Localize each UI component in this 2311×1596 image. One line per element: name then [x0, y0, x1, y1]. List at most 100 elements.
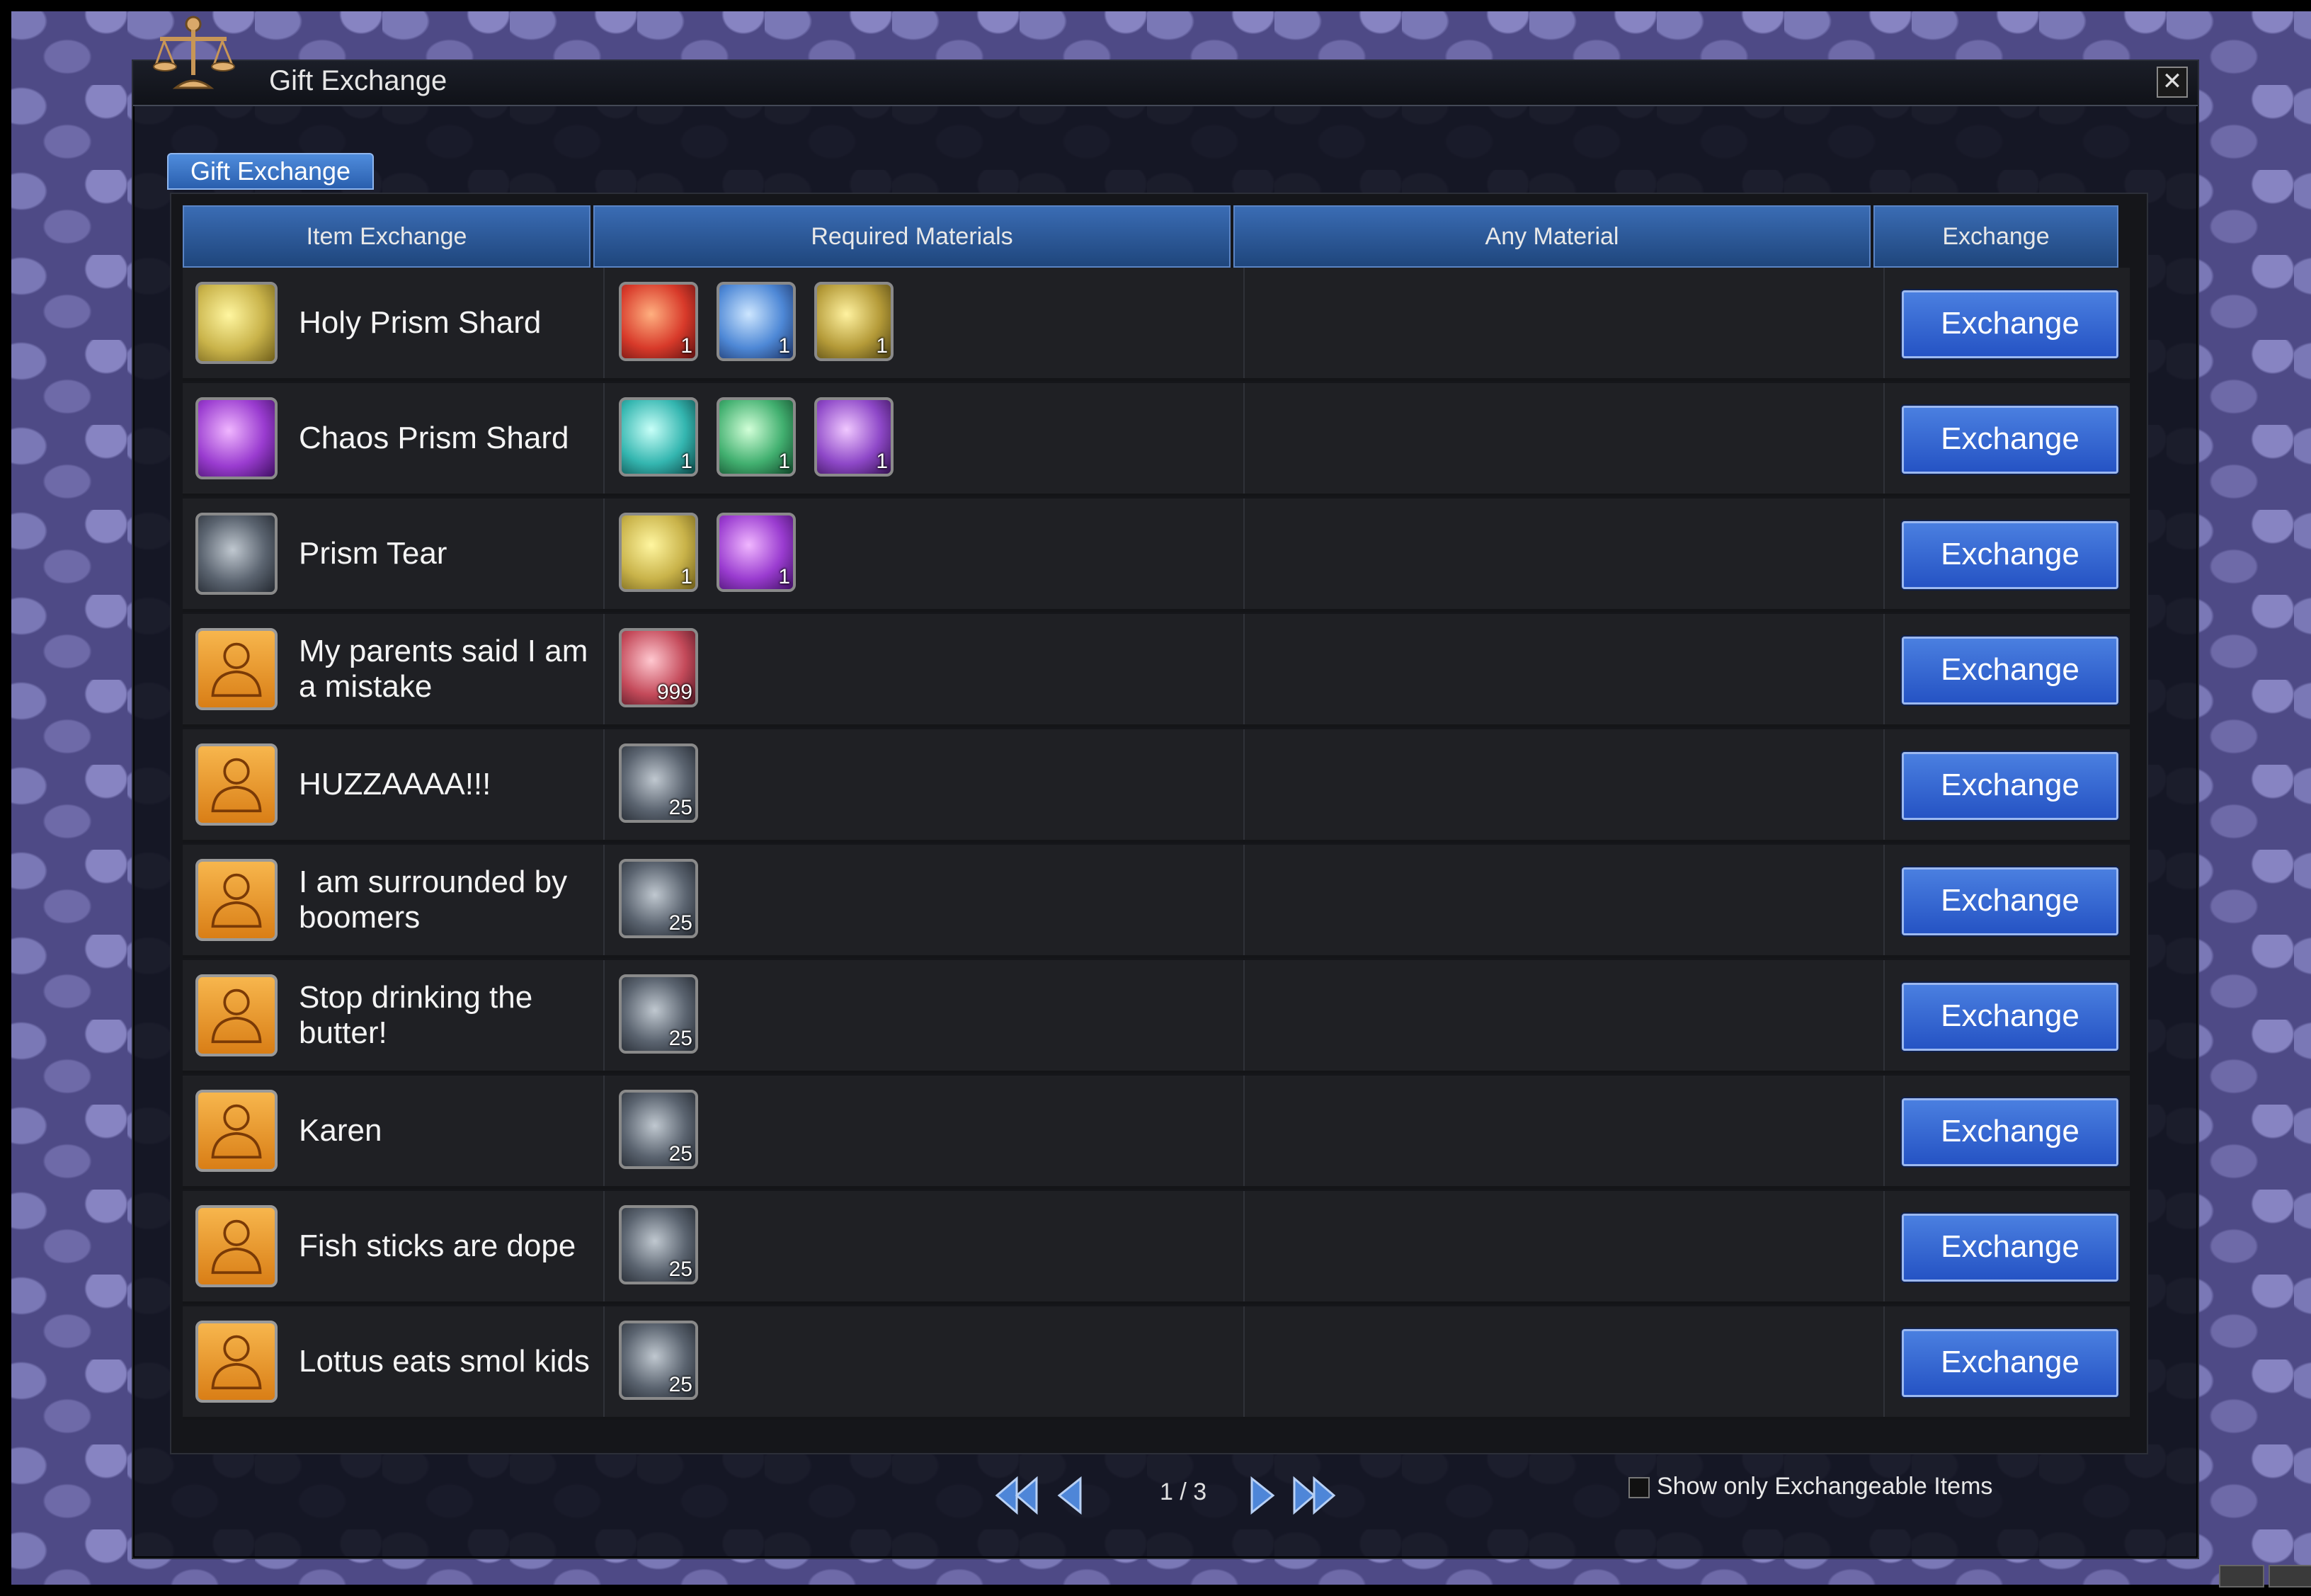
holy-prism-shard-icon[interactable]: 1 [619, 513, 698, 592]
exchange-button[interactable]: Exchange [1902, 521, 2118, 589]
item-name: Chaos Prism Shard [299, 421, 569, 455]
any-material-cell [1246, 1076, 1885, 1186]
item-name: Stop drinking the butter! [299, 980, 533, 1050]
table-row: Chaos Prism Shard 1 1 1 Exchange [183, 383, 2130, 496]
blue-shard-icon[interactable]: 1 [717, 282, 796, 361]
exchange-cell: Exchange [1886, 960, 2130, 1071]
exchange-cell: Exchange [1886, 729, 2130, 840]
tab-gift-exchange[interactable]: Gift Exchange [167, 153, 374, 190]
any-material-cell [1246, 845, 1885, 955]
exchange-cell: Exchange [1886, 268, 2130, 378]
exchange-panel: Item Exchange Required Materials Any Mat… [170, 193, 2148, 1454]
exchange-button[interactable]: Exchange [1902, 1098, 2118, 1166]
header-any-material: Any Material [1233, 205, 1871, 268]
next-page-button[interactable] [1238, 1474, 1284, 1517]
item-cell: Holy Prism Shard [183, 268, 605, 378]
last-page-button[interactable] [1291, 1474, 1338, 1517]
close-button[interactable]: ✕ [2157, 67, 2188, 98]
exchange-button[interactable]: Exchange [1902, 867, 2118, 935]
material-count: 25 [668, 911, 692, 935]
corner-button-left[interactable] [2219, 1565, 2264, 1588]
exchange-button[interactable]: Exchange [1902, 983, 2118, 1051]
exchange-button[interactable]: Exchange [1902, 290, 2118, 358]
screen-border-left [0, 0, 11, 1596]
material-count: 1 [680, 334, 692, 358]
material-count: 25 [668, 1258, 692, 1281]
title-person-icon[interactable] [195, 859, 278, 941]
exchange-button[interactable]: Exchange [1902, 406, 2118, 474]
exchange-button[interactable]: Exchange [1902, 752, 2118, 820]
prism-tear-icon[interactable]: 25 [619, 1090, 698, 1169]
exchange-cell: Exchange [1886, 383, 2130, 494]
title-person-icon[interactable] [195, 628, 278, 710]
prev-page-button[interactable] [1048, 1474, 1095, 1517]
table-row: Holy Prism Shard 1 1 1 Exchange [183, 268, 2130, 381]
gold-shard-icon[interactable]: 1 [814, 282, 894, 361]
item-name: Karen [299, 1113, 382, 1148]
red-shard-icon[interactable]: 1 [619, 282, 698, 361]
header-exchange: Exchange [1873, 205, 2118, 268]
item-name: Holy Prism Shard [299, 305, 542, 340]
header-item-exchange: Item Exchange [183, 205, 590, 268]
holy-prism-shard-icon[interactable] [195, 282, 278, 364]
exchange-button[interactable]: Exchange [1902, 637, 2118, 705]
close-icon: ✕ [2162, 68, 2183, 95]
exchange-button[interactable]: Exchange [1902, 1329, 2118, 1397]
title-bar[interactable]: Gift Exchange ✕ [133, 16, 2198, 106]
any-material-cell [1246, 383, 1885, 494]
prism-tear-icon[interactable]: 25 [619, 743, 698, 823]
title-person-icon[interactable] [195, 974, 278, 1056]
chaos-prism-shard-icon[interactable] [195, 397, 278, 479]
required-materials-cell: 1 1 1 [606, 383, 1245, 494]
prism-tear-icon[interactable]: 25 [619, 1205, 698, 1284]
item-cell: Karen [183, 1076, 605, 1186]
item-cell: HUZZAAAA!!! [183, 729, 605, 840]
prism-tear-icon[interactable] [195, 513, 278, 595]
material-count: 25 [668, 1142, 692, 1165]
any-material-cell [1246, 1306, 1885, 1417]
table-row: HUZZAAAA!!! 25 Exchange [183, 729, 2130, 843]
required-materials-cell: 25 [606, 1306, 1245, 1417]
scales-icon [153, 16, 235, 89]
title-person-icon[interactable] [195, 1205, 278, 1287]
item-cell: Lottus eats smol kids [183, 1306, 605, 1417]
exchangeable-only-label: Show only Exchangeable Items [1657, 1473, 1993, 1500]
pink-shard-icon[interactable]: 999 [619, 628, 698, 707]
any-material-cell [1246, 268, 1885, 378]
item-name: Fish sticks are dope [299, 1229, 576, 1263]
any-material-cell [1246, 960, 1885, 1071]
corner-button-right[interactable] [2269, 1565, 2311, 1588]
violet-shard-icon[interactable]: 1 [814, 397, 894, 477]
any-material-cell [1246, 729, 1885, 840]
prism-tear-icon[interactable]: 25 [619, 1321, 698, 1400]
prism-tear-icon[interactable]: 25 [619, 859, 698, 938]
table-row: Prism Tear 1 1 Exchange [183, 498, 2130, 612]
item-name: Lottus eats smol kids [299, 1344, 590, 1379]
table-row: Stop drinking the butter! 25 Exchange [183, 960, 2130, 1073]
gift-exchange-window: Gift Exchange ✕ Gift Exchange Item Excha… [132, 16, 2199, 1559]
screen-border-top [0, 0, 2311, 11]
green-shard-icon[interactable]: 1 [717, 397, 796, 477]
material-count: 999 [656, 680, 692, 704]
material-count: 1 [680, 565, 692, 588]
table-row: My parents said I am a mistake 999 Exchang… [183, 614, 2130, 727]
title-person-icon[interactable] [195, 1090, 278, 1172]
exchange-cell: Exchange [1886, 1191, 2130, 1301]
title-person-icon[interactable] [195, 1321, 278, 1403]
table-row: I am surrounded by boomers 25 Exchange [183, 845, 2130, 958]
title-person-icon[interactable] [195, 743, 278, 826]
material-count: 1 [876, 334, 888, 358]
required-materials-cell: 25 [606, 845, 1245, 955]
cyan-shard-icon[interactable]: 1 [619, 397, 698, 477]
exchange-cell: Exchange [1886, 1076, 2130, 1186]
pagination-bar: 1 / 3 Show only Exchangeable Items [170, 1454, 2145, 1532]
required-materials-cell: 25 [606, 1076, 1245, 1186]
header-required-materials: Required Materials [593, 205, 1231, 268]
exchange-button[interactable]: Exchange [1902, 1214, 2118, 1282]
item-cell: Chaos Prism Shard [183, 383, 605, 494]
prism-tear-icon[interactable]: 25 [619, 974, 698, 1054]
chaos-prism-shard-icon[interactable]: 1 [717, 513, 796, 592]
table-row: Karen 25 Exchange [183, 1076, 2130, 1189]
first-page-button[interactable] [993, 1474, 1039, 1517]
exchangeable-only-checkbox[interactable] [1628, 1477, 1650, 1498]
